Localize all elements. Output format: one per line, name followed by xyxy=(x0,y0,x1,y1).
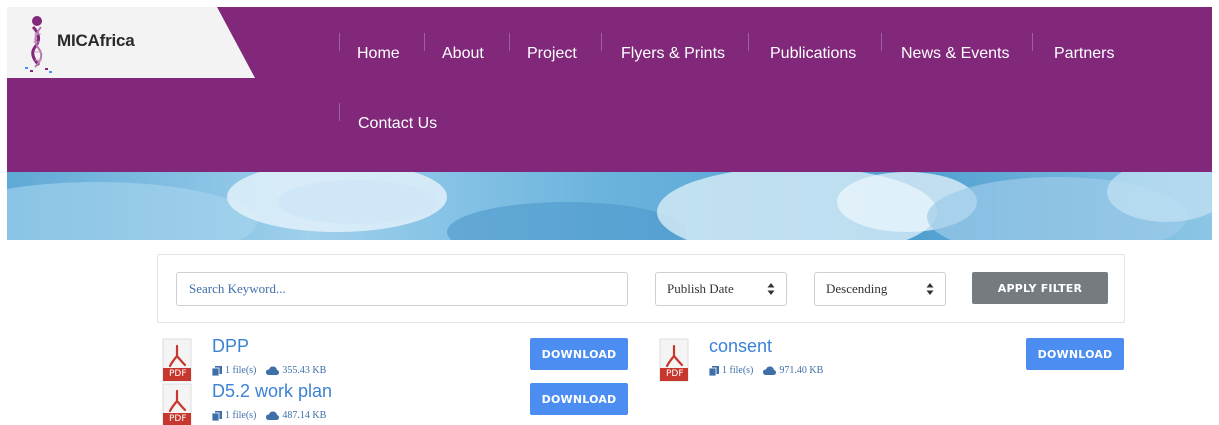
file-size: 355.43 KB xyxy=(282,365,327,376)
nav-about[interactable]: About xyxy=(442,45,484,63)
files-icon xyxy=(709,365,719,376)
document-title[interactable]: D5.2 work plan xyxy=(212,381,332,402)
filter-panel: Publish Date Descending APPLY FILTER xyxy=(157,254,1125,323)
order-select[interactable]: Descending xyxy=(814,272,946,306)
document-item: PDF D5.2 work plan 1 file(s) 487.14 KB xyxy=(162,381,382,425)
brand-name: MICAfrica xyxy=(57,31,135,50)
download-button[interactable]: DOWNLOAD xyxy=(530,338,628,370)
document-title[interactable]: consent xyxy=(709,336,772,357)
document-meta: 1 file(s) 971.40 KB xyxy=(709,365,833,376)
file-size: 487.14 KB xyxy=(282,410,327,421)
cloud-icon xyxy=(266,411,280,420)
nav-separator xyxy=(748,33,749,51)
nav-separator xyxy=(339,33,340,51)
nav-flyers-prints[interactable]: Flyers & Prints xyxy=(621,45,725,63)
files-icon xyxy=(212,410,222,421)
nav-publications[interactable]: Publications xyxy=(770,45,856,63)
files-icon xyxy=(212,365,222,376)
download-button[interactable]: DOWNLOAD xyxy=(1026,338,1124,370)
nav-project[interactable]: Project xyxy=(527,45,577,63)
pdf-label: PDF xyxy=(169,414,187,424)
nav-separator xyxy=(601,33,602,51)
nav-partners[interactable]: Partners xyxy=(1054,45,1114,63)
sort-caret-icon xyxy=(767,283,775,295)
nav-separator xyxy=(509,33,510,51)
hero-banner xyxy=(7,172,1212,240)
pdf-label: PDF xyxy=(666,369,684,379)
file-count: 1 file(s) xyxy=(225,410,257,421)
download-button[interactable]: DOWNLOAD xyxy=(530,383,628,415)
search-input[interactable] xyxy=(176,272,628,306)
site-header: MICAfrica Home About Project Flyers & Pr… xyxy=(7,7,1212,172)
nav-separator xyxy=(339,103,340,121)
document-item: PDF consent 1 file(s) 971.40 KB xyxy=(659,336,859,382)
logo[interactable]: MICAfrica xyxy=(7,7,262,78)
nav-news-events[interactable]: News & Events xyxy=(901,45,1009,63)
sort-by-select[interactable]: Publish Date xyxy=(655,272,787,306)
file-count: 1 file(s) xyxy=(225,365,257,376)
file-size: 971.40 KB xyxy=(779,365,824,376)
cloud-icon xyxy=(266,366,280,375)
nav-separator xyxy=(1032,33,1033,51)
sort-by-value: Publish Date xyxy=(667,281,734,296)
nav-home[interactable]: Home xyxy=(357,45,400,63)
document-meta: 1 file(s) 355.43 KB xyxy=(212,365,336,376)
apply-filter-button[interactable]: APPLY FILTER xyxy=(972,272,1108,304)
order-value: Descending xyxy=(826,281,888,296)
nav-separator xyxy=(424,33,425,51)
order-caret-icon xyxy=(926,283,934,295)
banner-image xyxy=(7,172,1212,240)
document-item: PDF DPP 1 file(s) 355.43 KB xyxy=(162,336,362,382)
file-count: 1 file(s) xyxy=(722,365,754,376)
nav-contact-us[interactable]: Contact Us xyxy=(358,115,437,133)
document-meta: 1 file(s) 487.14 KB xyxy=(212,410,336,421)
nav-separator xyxy=(881,33,882,51)
document-title[interactable]: DPP xyxy=(212,336,249,357)
pdf-label: PDF xyxy=(169,369,187,379)
cloud-icon xyxy=(763,366,777,375)
